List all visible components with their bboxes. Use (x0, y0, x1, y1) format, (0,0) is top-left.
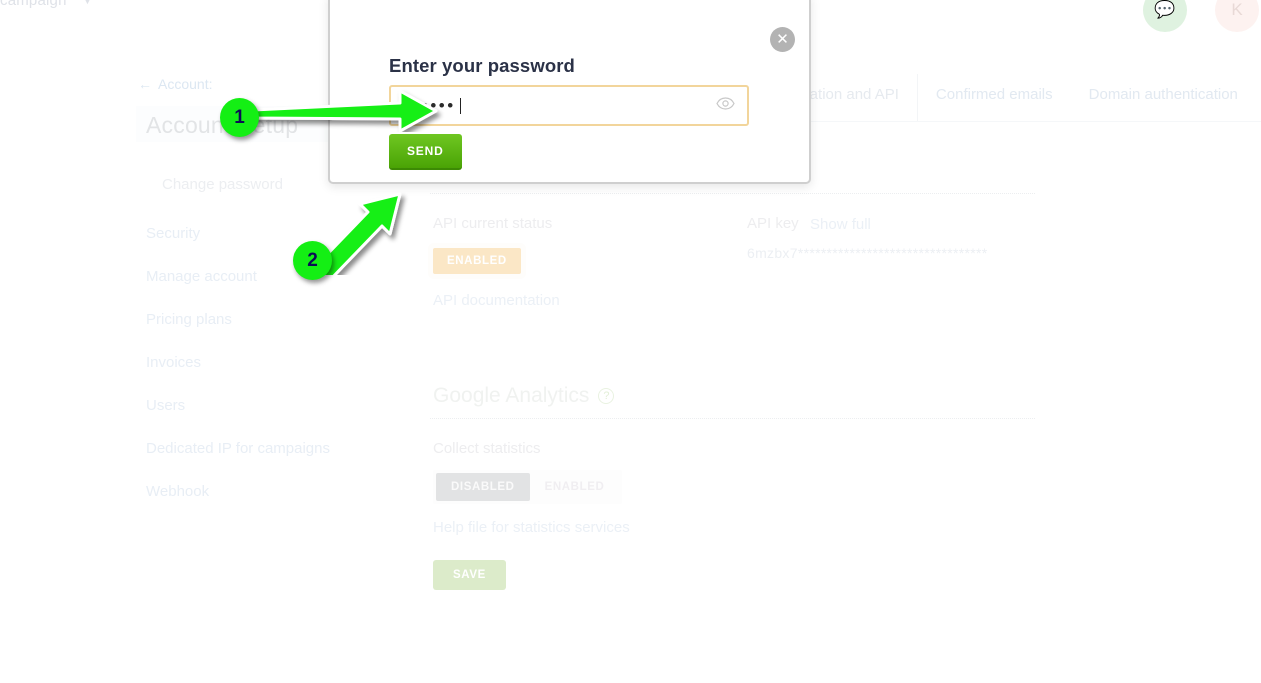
help-file-link[interactable]: Help file for statistics services (433, 519, 630, 536)
annotation-badge-1: 1 (220, 98, 259, 137)
eye-icon[interactable] (716, 96, 735, 115)
sidebar-item-webhook[interactable]: Webhook (146, 483, 209, 500)
sidebar-item-manage-account[interactable]: Manage account (146, 268, 257, 285)
chevron-down-icon: ▼ (83, 0, 93, 7)
breadcrumb-label: Account: (158, 76, 213, 92)
avatar[interactable]: K (1215, 0, 1259, 32)
save-button[interactable]: SAVE (433, 560, 506, 590)
api-documentation-link[interactable]: API documentation (433, 292, 560, 309)
sidebar-item-invoices[interactable]: Invoices (146, 354, 201, 371)
sidebar-item-security[interactable]: Security (146, 225, 200, 242)
divider-api (430, 193, 1035, 194)
annotation-arrow-1 (251, 89, 438, 132)
tab-domain-authentication[interactable]: Domain authentication (1071, 78, 1256, 112)
toggle-option-enabled[interactable]: ENABLED (530, 473, 620, 501)
arrow-left-icon: ← (138, 76, 152, 92)
chat-bubble-icon[interactable]: 💬 (1143, 0, 1187, 32)
annotation-badge-2: 2 (293, 241, 332, 280)
close-icon[interactable]: ✕ (770, 27, 795, 52)
avatar-initial: K (1231, 0, 1243, 19)
section-title-label: Google Analytics (433, 384, 590, 407)
sidebar-item-users[interactable]: Users (146, 397, 185, 414)
topbar-campaign-selector[interactable]: campaign ▼ (0, 0, 92, 9)
breadcrumb-back-account[interactable]: ← Account: (138, 76, 212, 92)
section-title-google-analytics: Google Analytics ? (433, 384, 615, 408)
sidebar-item-pricing-plans[interactable]: Pricing plans (146, 311, 232, 328)
status-badge: ENABLED (433, 248, 521, 274)
collect-statistics-toggle: DISABLED ENABLED (433, 470, 623, 504)
tab-confirmed-emails[interactable]: Confirmed emails (918, 78, 1071, 112)
divider-analytics (430, 418, 1035, 419)
nav-tabs: egration and API Confirmed emails Domain… (770, 74, 1256, 122)
collect-statistics-label: Collect statistics (433, 440, 541, 457)
sidebar-item-change-password[interactable]: Change password (162, 176, 283, 193)
modal-heading: Enter your password (389, 55, 575, 76)
sidebar-item-dedicated-ip[interactable]: Dedicated IP for campaigns (146, 440, 330, 457)
api-current-status-label: API current status (433, 215, 553, 232)
api-key-show-full-link[interactable]: Show full (810, 216, 871, 233)
tab-underline (770, 121, 1261, 122)
api-key-value: 6mzbx7********************************* (747, 245, 988, 261)
page-root: campaign ▼ 💬 K egration and API Confirme… (0, 0, 1261, 683)
toggle-option-disabled[interactable]: DISABLED (436, 473, 530, 501)
topbar-campaign-label: campaign (0, 0, 67, 9)
question-mark-icon[interactable]: ? (598, 388, 615, 404)
api-key-label: API key (747, 215, 799, 232)
